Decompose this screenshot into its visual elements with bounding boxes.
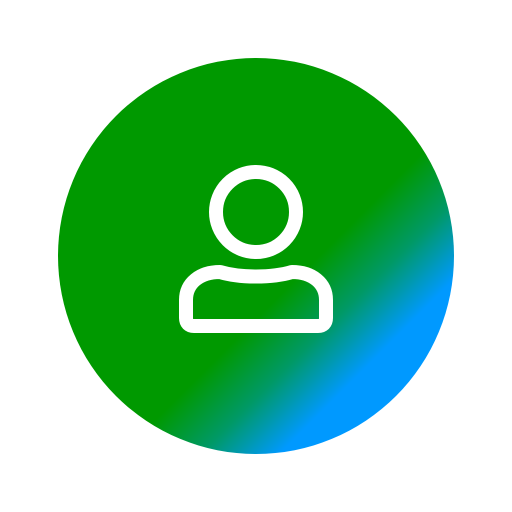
avatar[interactable] [0, 0, 512, 512]
page [0, 0, 512, 512]
